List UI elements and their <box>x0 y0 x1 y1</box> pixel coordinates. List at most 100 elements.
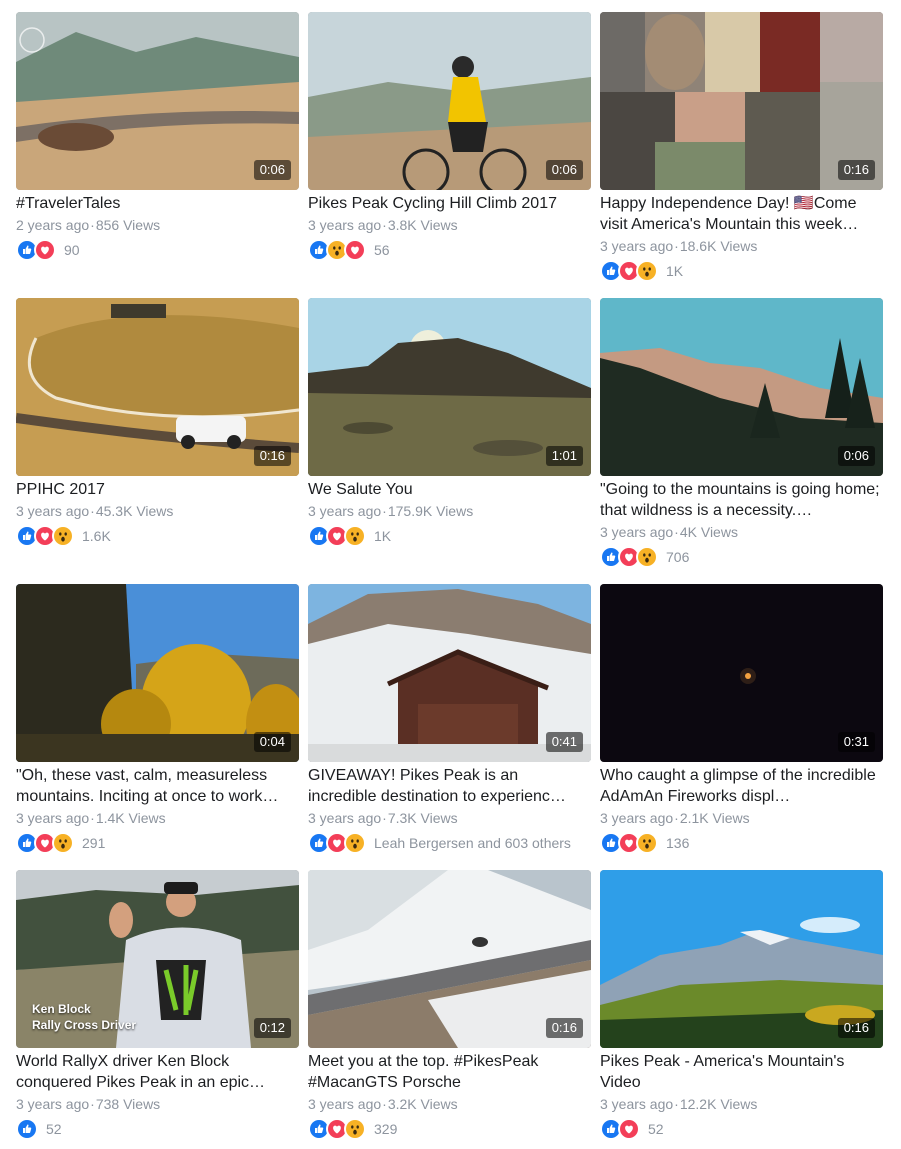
meta-separator: · <box>90 217 95 233</box>
video-card[interactable]: 1:01 We Salute You 3 years ago·175.9K Vi… <box>308 298 591 547</box>
reactions[interactable]: 1K <box>600 260 883 282</box>
video-thumbnail[interactable]: 0:06 <box>308 12 591 190</box>
video-meta: 3 years ago·4K Views <box>600 522 883 542</box>
view-count: 12.2K Views <box>679 1096 758 1112</box>
duration-badge: 0:41 <box>545 732 583 752</box>
video-card[interactable]: 0:04 "Oh, these vast, calm, measureless … <box>16 584 299 854</box>
reaction-icons[interactable] <box>600 260 658 282</box>
duration-badge: 0:06 <box>253 160 291 180</box>
reactions[interactable]: 90 <box>16 239 299 261</box>
reaction-count[interactable]: 329 <box>374 1121 397 1137</box>
view-count: 3.2K Views <box>387 1096 458 1112</box>
video-title[interactable]: "Oh, these vast, calm, measureless mount… <box>16 765 299 807</box>
reactions[interactable]: 52 <box>600 1118 883 1140</box>
reaction-icons[interactable] <box>308 525 366 547</box>
video-card[interactable]: 0:06 Pikes Peak Cycling Hill Climb 2017 … <box>308 12 591 261</box>
video-title[interactable]: #TravelerTales <box>16 193 299 214</box>
video-thumbnail[interactable]: 0:04 <box>16 584 299 762</box>
reaction-count[interactable]: 1K <box>666 263 683 279</box>
video-thumbnail[interactable]: 0:06 <box>16 12 299 190</box>
duration-badge: 1:01 <box>545 446 583 466</box>
video-overlay-name: Ken Block <box>32 1002 91 1016</box>
reaction-count[interactable]: 136 <box>666 835 689 851</box>
video-thumbnail[interactable]: 0:16 <box>16 298 299 476</box>
video-title[interactable]: Pikes Peak Cycling Hill Climb 2017 <box>308 193 591 214</box>
reactions[interactable]: 136 <box>600 832 883 854</box>
reaction-count[interactable]: 52 <box>648 1121 664 1137</box>
reaction-icons[interactable] <box>600 546 658 568</box>
video-card[interactable]: 0:16 Happy Independence Day! 🇺🇸Come visi… <box>600 12 883 282</box>
reactions[interactable]: 1K <box>308 525 591 547</box>
upload-age: 3 years ago <box>16 810 90 826</box>
upload-age: 3 years ago <box>600 810 674 826</box>
reaction-icons[interactable] <box>16 239 56 261</box>
reaction-icons[interactable] <box>600 1118 640 1140</box>
video-card[interactable]: 0:06 "Going to the mountains is going ho… <box>600 298 883 568</box>
reaction-icons[interactable] <box>600 832 658 854</box>
reactions[interactable]: 329 <box>308 1118 591 1140</box>
reaction-count[interactable]: 52 <box>46 1121 62 1137</box>
view-count: 856 Views <box>95 217 161 233</box>
video-thumbnail[interactable]: 1:01 <box>308 298 591 476</box>
video-thumbnail[interactable]: 0:16 <box>308 870 591 1048</box>
video-thumbnail[interactable]: 0:06 <box>600 298 883 476</box>
view-count: 18.6K Views <box>679 238 758 254</box>
video-card[interactable]: 0:41 GIVEAWAY! Pikes Peak is an incredib… <box>308 584 591 854</box>
video-thumbnail[interactable]: 0:16 <box>600 870 883 1048</box>
reaction-icons[interactable] <box>308 239 366 261</box>
video-card[interactable]: 0:16 PPIHC 2017 3 years ago·45.3K Views … <box>16 298 299 547</box>
video-title[interactable]: GIVEAWAY! Pikes Peak is an incredible de… <box>308 765 591 807</box>
reactions[interactable]: 56 <box>308 239 591 261</box>
reaction-icons[interactable] <box>16 1118 38 1140</box>
reaction-icons[interactable] <box>16 832 74 854</box>
meta-separator: · <box>382 1096 387 1112</box>
wow-icon <box>636 832 658 854</box>
reaction-count[interactable]: 90 <box>64 242 80 258</box>
video-thumbnail[interactable]: Ken Block Rally Cross Driver 0:12 <box>16 870 299 1048</box>
upload-age: 3 years ago <box>308 1096 382 1112</box>
duration-badge: 0:31 <box>837 732 875 752</box>
love-icon <box>344 239 366 261</box>
video-card[interactable]: 0:16 Pikes Peak - America's Mountain's V… <box>600 870 883 1140</box>
reaction-icons[interactable] <box>308 1118 366 1140</box>
reactions[interactable]: 706 <box>600 546 883 568</box>
video-title[interactable]: "Going to the mountains is going home; t… <box>600 479 883 521</box>
reactions[interactable]: 291 <box>16 832 299 854</box>
video-title[interactable]: Happy Independence Day! 🇺🇸Come visit Ame… <box>600 193 883 235</box>
reaction-count[interactable]: 706 <box>666 549 689 565</box>
wow-icon <box>344 1118 366 1140</box>
meta-separator: · <box>382 503 387 519</box>
meta-separator: · <box>90 1096 95 1112</box>
view-count: 2.1K Views <box>679 810 750 826</box>
duration-badge: 0:04 <box>253 732 291 752</box>
upload-age: 3 years ago <box>16 503 90 519</box>
reaction-count[interactable]: Leah Bergersen and 603 others <box>374 835 571 851</box>
meta-separator: · <box>382 217 387 233</box>
reaction-icons[interactable] <box>16 525 74 547</box>
reaction-icons[interactable] <box>308 832 366 854</box>
video-thumbnail[interactable]: 0:31 <box>600 584 883 762</box>
video-title[interactable]: Pikes Peak - America's Mountain's Video <box>600 1051 883 1093</box>
video-card[interactable]: 0:16 Meet you at the top. #PikesPeak #Ma… <box>308 870 591 1140</box>
video-meta: 3 years ago·175.9K Views <box>308 501 591 521</box>
reactions[interactable]: 52 <box>16 1118 299 1140</box>
reaction-count[interactable]: 291 <box>82 835 105 851</box>
video-card[interactable]: 0:31 Who caught a glimpse of the incredi… <box>600 584 883 854</box>
video-thumbnail[interactable]: 0:16 <box>600 12 883 190</box>
reaction-count[interactable]: 1K <box>374 528 391 544</box>
reactions[interactable]: 1.6K <box>16 525 299 547</box>
video-card[interactable]: 0:06 #TravelerTales 2 years ago·856 View… <box>16 12 299 261</box>
wow-icon <box>52 525 74 547</box>
video-title[interactable]: Meet you at the top. #PikesPeak #MacanGT… <box>308 1051 591 1093</box>
video-title[interactable]: Who caught a glimpse of the incredible A… <box>600 765 883 807</box>
upload-age: 3 years ago <box>308 503 382 519</box>
reaction-count[interactable]: 56 <box>374 242 390 258</box>
reactions[interactable]: Leah Bergersen and 603 others <box>308 832 591 854</box>
video-title[interactable]: PPIHC 2017 <box>16 479 299 500</box>
video-title[interactable]: World RallyX driver Ken Block conquered … <box>16 1051 299 1093</box>
video-title[interactable]: We Salute You <box>308 479 591 500</box>
video-thumbnail[interactable]: 0:41 <box>308 584 591 762</box>
video-card[interactable]: Ken Block Rally Cross Driver 0:12 World … <box>16 870 299 1140</box>
reaction-count[interactable]: 1.6K <box>82 528 111 544</box>
upload-age: 3 years ago <box>600 238 674 254</box>
